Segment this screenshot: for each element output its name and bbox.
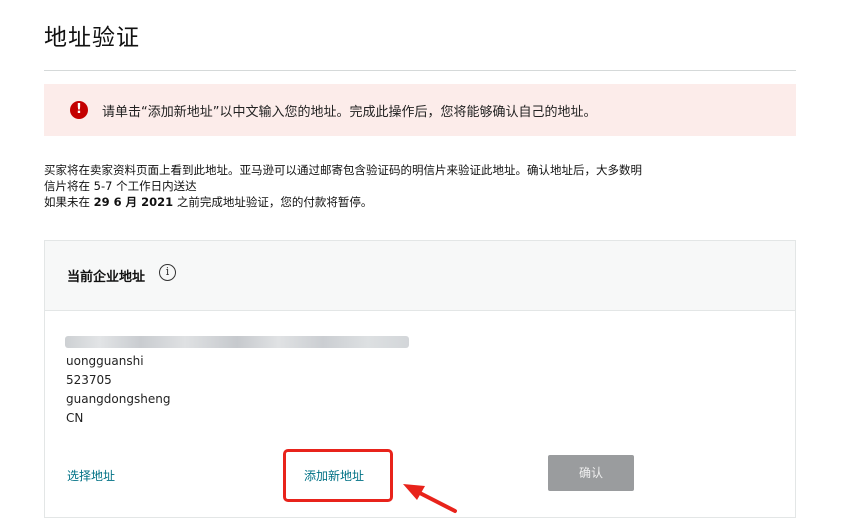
address-province: guangdongsheng [66, 392, 171, 406]
add-new-address-link[interactable]: 添加新地址 [304, 467, 364, 484]
address-postal-code: 523705 [66, 373, 112, 387]
info-icon[interactable]: i [159, 264, 176, 281]
deadline-suffix: 之前完成地址验证，您的付款将暂停。 [176, 195, 373, 209]
verification-info: 买家将在卖家资料页面上看到此地址。亚马逊可以通过邮寄包含验证码的明信片来验证此地… [44, 162, 804, 210]
info-line-1: 买家将在卖家资料页面上看到此地址。亚马逊可以通过邮寄包含验证码的明信片来验证此地… [44, 163, 642, 177]
select-address-link[interactable]: 选择地址 [67, 467, 115, 484]
deadline-prefix: 如果未在 [44, 195, 90, 209]
deadline-notice: 如果未在 29 6 月 2021 之前完成地址验证，您的付款将暂停。 [44, 194, 804, 210]
exclamation-circle-icon: ! [70, 101, 88, 119]
current-address-card: 当前企业地址 i uongguanshi 523705 guangdongshe… [44, 240, 796, 518]
card-title: 当前企业地址 [67, 270, 146, 285]
info-line-2: 信片将在 5-7 个工作日内送达 [44, 179, 197, 193]
card-header: 当前企业地址 i [45, 241, 795, 311]
blurred-address-line [65, 336, 409, 348]
title-divider [44, 70, 796, 71]
address-country: CN [66, 411, 84, 425]
page-title: 地址验证 [44, 25, 140, 51]
deadline-date: 29 6 月 2021 [93, 195, 174, 209]
address-city: uongguanshi [66, 354, 144, 368]
alert-message: 请单击“添加新地址”以中文输入您的地址。完成此操作后，您将能够确认自己的地址。 [102, 105, 597, 120]
alert-banner: ! 请单击“添加新地址”以中文输入您的地址。完成此操作后，您将能够确认自己的地址… [44, 84, 796, 136]
confirm-button[interactable]: 确认 [548, 455, 634, 491]
